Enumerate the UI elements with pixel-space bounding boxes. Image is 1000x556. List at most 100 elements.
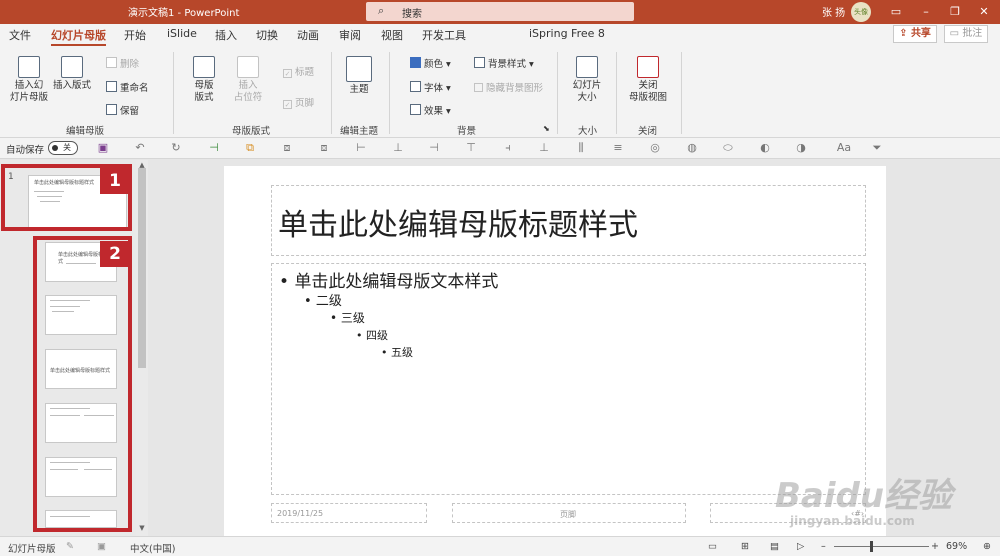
- align-left-icon[interactable]: ⊢: [355, 142, 367, 154]
- scroll-thumb[interactable]: [138, 168, 146, 368]
- bullet-level-2: • 二级: [304, 294, 342, 309]
- sorter-view-icon[interactable]: ⊞: [741, 541, 749, 552]
- effects-icon: [410, 104, 421, 115]
- date-placeholder[interactable]: 2019/11/25: [271, 503, 427, 523]
- dialog-launcher-icon[interactable]: ⬊: [543, 124, 550, 133]
- zoom-out-icon[interactable]: –: [821, 541, 826, 552]
- tab-slide-master[interactable]: 幻灯片母版: [51, 27, 106, 46]
- align-right-icon[interactable]: ⊣: [428, 142, 440, 154]
- minimize-button[interactable]: –: [916, 2, 936, 22]
- align-icon[interactable]: ⊣: [208, 142, 220, 154]
- shape-format-icon[interactable]: ⧉: [244, 142, 256, 154]
- tab-review[interactable]: 审阅: [339, 27, 361, 43]
- background-styles-dropdown[interactable]: 背景样式 ▾: [474, 56, 534, 70]
- intersect-icon[interactable]: ◍: [686, 142, 698, 154]
- tab-home[interactable]: 开始: [124, 27, 146, 43]
- align-top-icon[interactable]: ⊤: [465, 142, 477, 154]
- align-center-icon[interactable]: ⊥: [392, 142, 404, 154]
- slide-icon[interactable]: ▣: [97, 541, 106, 552]
- merge-shapes-icon[interactable]: ◎: [649, 142, 661, 154]
- normal-view-icon[interactable]: ▭: [708, 541, 717, 552]
- colors-dropdown[interactable]: 颜色 ▾: [410, 56, 451, 70]
- delete-button[interactable]: 删除: [106, 56, 139, 70]
- hide-background-checkbox[interactable]: 隐藏背景图形: [474, 80, 543, 94]
- bullet-text: 三级: [340, 311, 365, 325]
- zoom-slider-thumb[interactable]: [870, 541, 873, 552]
- slide-size-label: 幻灯片 大小: [572, 80, 602, 103]
- accessibility-icon[interactable]: ✎: [66, 541, 74, 552]
- autosave-toggle[interactable]: 关: [48, 141, 78, 155]
- insert-placeholder-button[interactable]: 插入 占位符: [228, 56, 268, 104]
- slide-size-icon: [576, 56, 598, 78]
- scroll-down-icon[interactable]: ▼: [137, 524, 147, 532]
- zoom-slider[interactable]: [834, 546, 929, 547]
- tab-view[interactable]: 视图: [381, 27, 403, 43]
- slide-size-button[interactable]: 幻灯片 大小: [570, 56, 604, 104]
- subtract-icon[interactable]: ◐: [759, 142, 771, 154]
- preserve-icon: [106, 104, 117, 115]
- combine-icon[interactable]: ◑: [795, 142, 807, 154]
- highlight-box-layouts: [33, 236, 132, 532]
- ribbon-display-icon[interactable]: ▭: [886, 2, 906, 22]
- group-divider: [173, 52, 174, 134]
- effects-dropdown[interactable]: 效果 ▾: [410, 103, 451, 117]
- step-badge: 2: [100, 241, 130, 267]
- checkbox-icon: ✓: [283, 69, 292, 78]
- font-size-icon[interactable]: Aa: [832, 142, 856, 154]
- footer-checkbox[interactable]: ✓ 页脚: [283, 95, 314, 109]
- font-size-hint: Aa: [836, 141, 852, 154]
- tab-insert[interactable]: 插入: [215, 27, 237, 43]
- zoom-level[interactable]: 69%: [946, 541, 967, 552]
- save-icon[interactable]: ▣: [97, 142, 109, 154]
- avatar[interactable]: 头像: [851, 2, 871, 22]
- zoom-in-icon[interactable]: +: [931, 541, 939, 552]
- tab-developer[interactable]: 开发工具: [422, 27, 466, 43]
- group-divider: [681, 52, 682, 134]
- group-icon[interactable]: ⧈: [281, 142, 293, 154]
- tab-file[interactable]: 文件: [9, 27, 31, 43]
- themes-button[interactable]: 主题: [344, 56, 374, 96]
- footer-placeholder[interactable]: 页脚: [452, 503, 686, 523]
- group-divider: [616, 52, 617, 134]
- thumbnail-scrollbar[interactable]: ▲ ▼: [136, 160, 148, 536]
- align-middle-icon[interactable]: ⫞: [502, 142, 514, 154]
- comment-button[interactable]: ▭ 批注: [944, 25, 988, 43]
- bullet-level-1: • 单击此处编辑母版文本样式: [279, 272, 499, 292]
- body-placeholder[interactable]: • 单击此处编辑母版文本样式 • 二级 • 三级 • 四级 • 五级: [271, 263, 866, 495]
- reading-view-icon[interactable]: ▤: [770, 541, 779, 552]
- insert-slide-master-button[interactable]: 插入幻 灯片母版: [7, 56, 51, 104]
- user-name[interactable]: 张 扬: [822, 4, 845, 19]
- fit-to-window-icon[interactable]: ⊕: [983, 541, 991, 552]
- tab-animations[interactable]: 动画: [297, 27, 319, 43]
- slideshow-view-icon[interactable]: ▷: [797, 541, 804, 552]
- tab-ispring[interactable]: iSpring Free 8: [529, 27, 605, 40]
- distribute-horizontal-icon[interactable]: ⫼: [575, 142, 587, 154]
- search-box[interactable]: ⌕ 搜索: [366, 2, 634, 21]
- bullet-level-4: • 四级: [356, 329, 388, 342]
- status-bar: 幻灯片母版 ✎ ▣ 中文(中国) ▭ ⊞ ▤ ▷ – + 69% ⊕: [0, 536, 1000, 556]
- insert-layout-label: 插入版式: [52, 80, 91, 91]
- restore-button[interactable]: ❐: [945, 2, 965, 22]
- customize-qat-icon[interactable]: ⏷: [871, 142, 883, 154]
- rename-button[interactable]: 重命名: [106, 80, 149, 94]
- insert-layout-button[interactable]: 插入版式: [52, 56, 92, 92]
- union-icon[interactable]: ⬭: [722, 142, 734, 154]
- tab-islide[interactable]: iSlide: [167, 27, 197, 40]
- ungroup-icon[interactable]: ⧈: [318, 142, 330, 154]
- language-indicator[interactable]: 中文(中国): [130, 541, 175, 555]
- redo-icon[interactable]: ↻: [170, 142, 182, 154]
- preserve-button[interactable]: 保留: [106, 103, 139, 117]
- title-placeholder[interactable]: 单击此处编辑母版标题样式: [271, 185, 866, 256]
- master-layout-button[interactable]: 母版 版式: [189, 56, 219, 104]
- step-badge: 1: [100, 168, 130, 194]
- align-bottom-icon[interactable]: ⊥: [538, 142, 550, 154]
- close-master-view-button[interactable]: 关闭 母版视图: [627, 56, 669, 104]
- distribute-vertical-icon[interactable]: ≡: [612, 142, 624, 154]
- tab-transitions[interactable]: 切换: [256, 27, 278, 43]
- title-checkbox[interactable]: ✓ 标题: [283, 64, 314, 78]
- close-button[interactable]: ✕: [974, 2, 994, 22]
- share-button[interactable]: ⇪ 共享: [893, 25, 937, 43]
- bg-styles-label: 背景样式: [488, 59, 527, 70]
- undo-icon[interactable]: ↶: [134, 142, 146, 154]
- fonts-dropdown[interactable]: 字体 ▾: [410, 80, 451, 94]
